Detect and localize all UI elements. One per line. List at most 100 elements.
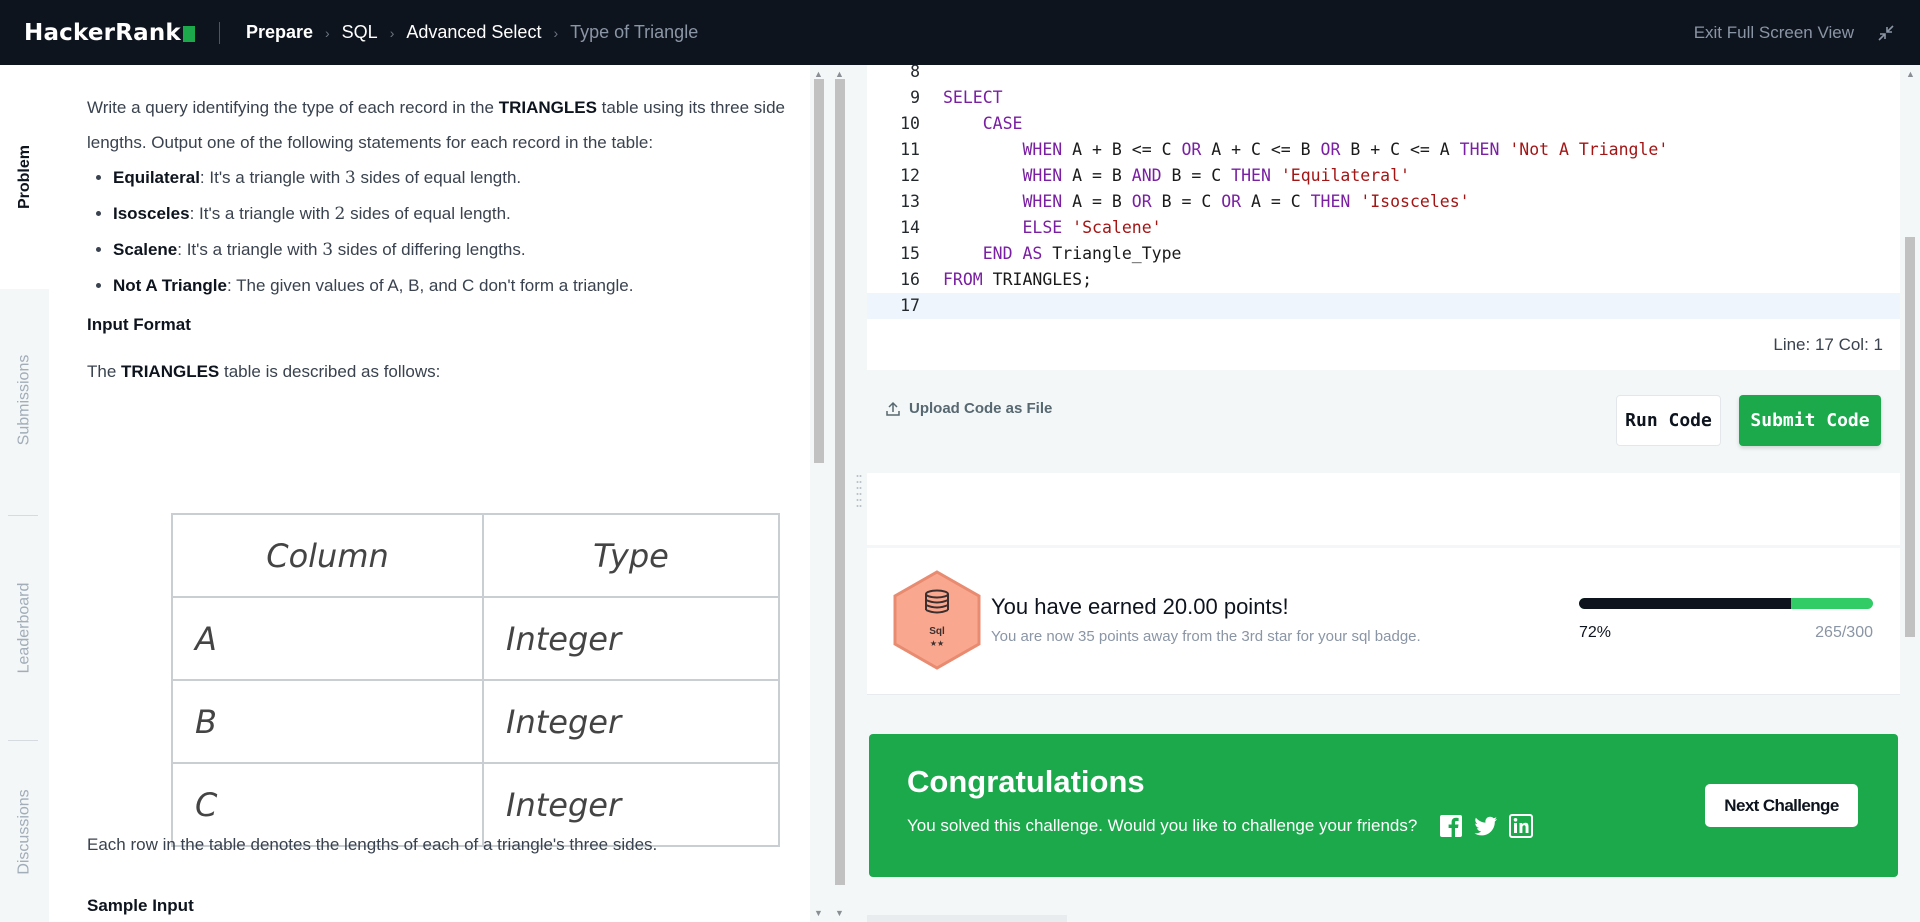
scroll-up-icon[interactable]: ▲	[1906, 69, 1915, 79]
points-earned-subtitle: You are now 35 points away from the 3rd …	[991, 628, 1421, 645]
table-footer-text: Each row in the table denotes the length…	[87, 835, 658, 854]
code-line[interactable]: 10 CASE	[867, 111, 1900, 137]
chevron-right-icon: ›	[553, 24, 559, 41]
sql-badge-icon: Sql ★★	[893, 570, 981, 670]
code-text: CASE	[943, 111, 1023, 137]
panel-resize-handle[interactable]	[856, 472, 862, 516]
tab-divider	[8, 515, 38, 516]
table-header-row: Column Type	[171, 513, 780, 598]
collapse-icon[interactable]	[1876, 23, 1896, 43]
scroll-up-icon[interactable]: ▲	[835, 69, 844, 79]
table-cell: Integer	[482, 679, 780, 764]
run-code-button[interactable]: Run Code	[1616, 395, 1721, 446]
table-cell: Integer	[482, 762, 780, 847]
brand-square-icon	[182, 25, 195, 42]
scrollbar-thumb[interactable]	[1905, 237, 1915, 637]
problem-scrollbar-secondary[interactable]: ▲ ▼	[831, 65, 849, 922]
table-name: TRIANGLES	[121, 362, 220, 381]
line-number: 8	[910, 65, 920, 81]
code-line[interactable]: 15 END AS Triangle_Type	[867, 241, 1900, 267]
exit-full-screen-link[interactable]: Exit Full Screen View	[1694, 23, 1854, 43]
table-description: The TRIANGLES table is described as foll…	[87, 354, 787, 389]
code-line[interactable]: 12 WHEN A = B AND B = C THEN 'Equilatera…	[867, 163, 1900, 189]
sql-keyword: SELECT	[943, 88, 1003, 107]
tab-divider	[8, 740, 38, 741]
cursor-position: Line: 17 Col: 1	[1773, 335, 1883, 354]
breadcrumb-sql[interactable]: SQL	[342, 22, 378, 43]
progress-percent: 72%	[1579, 624, 1612, 641]
scrollbar-thumb[interactable]	[835, 79, 845, 885]
code-token: A = C	[1241, 192, 1311, 211]
code-line[interactable]: 11 WHEN A + B <= C OR A + C <= B OR B + …	[867, 137, 1900, 163]
bullet-text: sides of equal length.	[355, 168, 522, 187]
sql-keyword: OR	[1131, 192, 1152, 211]
code-token: B = C	[1161, 166, 1232, 185]
chevron-right-icon: ›	[324, 24, 330, 41]
code-editor[interactable]: 8 9 SELECT 10 CASE 11 WHEN A + B <= C OR A +…	[867, 65, 1900, 370]
submit-code-button[interactable]: Submit Code	[1739, 395, 1881, 446]
editor-actions: Upload Code as File Run Code Submit Code	[867, 370, 1900, 473]
tab-problem[interactable]: Problem	[0, 65, 49, 289]
breadcrumb-advanced-select[interactable]: Advanced Select	[406, 22, 541, 43]
progress-fill	[1579, 598, 1791, 609]
bullet-text: : The given values of A, B, and C don't …	[226, 276, 634, 295]
tab-leaderboard[interactable]: Leaderboard	[0, 517, 49, 739]
next-challenge-button[interactable]: Next Challenge	[1705, 784, 1858, 827]
problem-scrollbar[interactable]: ▲ ▼	[810, 65, 828, 922]
bullet-number: 2	[334, 204, 346, 224]
hackerrank-logo[interactable]: HackerRank	[24, 20, 195, 46]
problem-statement: Write a query identifying the type of ea…	[87, 90, 787, 389]
table-cell: B	[171, 679, 484, 764]
code-token: B = C	[1151, 192, 1222, 211]
sql-string: 'Scalene'	[1072, 218, 1162, 237]
facebook-icon[interactable]	[1439, 814, 1463, 838]
tab-problem-label: Problem	[15, 144, 33, 210]
breadcrumb-prepare[interactable]: Prepare	[246, 22, 313, 43]
tab-leaderboard-label: Leaderboard	[15, 582, 33, 674]
code-line[interactable]: 16 FROM TRIANGLES;	[867, 267, 1900, 293]
code-token: B + C <= A	[1340, 140, 1460, 159]
bullet-term: Scalene	[113, 240, 178, 259]
table-row: B Integer	[171, 679, 780, 764]
page-scrollbar[interactable]: ▲	[1900, 65, 1920, 922]
code-token: A + C <= B	[1201, 140, 1321, 159]
tab-discussions[interactable]: Discussions	[0, 742, 49, 922]
sql-keyword: THEN	[1231, 166, 1271, 185]
code-line[interactable]: 17	[867, 293, 1900, 319]
code-token: A + B <= C	[1062, 140, 1182, 159]
side-tabs: Problem Submissions Leaderboard Discussi…	[0, 65, 49, 922]
sql-keyword: AND	[1131, 166, 1162, 185]
sql-keyword: THEN	[1459, 140, 1500, 159]
sql-keyword: THEN	[1310, 192, 1351, 211]
sql-keyword: ELSE	[1022, 218, 1063, 237]
linkedin-icon[interactable]	[1509, 814, 1533, 838]
code-line[interactable]: 8	[867, 65, 1900, 85]
tab-submissions[interactable]: Submissions	[0, 289, 49, 511]
scrollbar-thumb[interactable]	[814, 79, 824, 463]
code-line[interactable]: 13 WHEN A = B OR B = C OR A = C THEN 'Is…	[867, 189, 1900, 215]
bullet-number: 3	[344, 168, 356, 188]
line-number: 10	[900, 114, 920, 133]
table-row: A Integer	[171, 596, 780, 681]
sql-string: 'Equilateral'	[1280, 166, 1410, 185]
scroll-up-icon[interactable]: ▲	[814, 69, 823, 79]
twitter-icon[interactable]	[1474, 814, 1498, 838]
breadcrumb-current: Type of Triangle	[570, 22, 699, 42]
upload-code-button[interactable]: Upload Code as File	[885, 400, 1052, 417]
code-line[interactable]: 9 SELECT	[867, 85, 1900, 111]
line-number: 9	[910, 88, 920, 107]
sql-string: 'Not A Triangle'	[1509, 140, 1669, 159]
table-cell: C	[171, 762, 484, 847]
scroll-down-icon[interactable]: ▼	[835, 908, 844, 918]
code-line[interactable]: 14 ELSE 'Scalene'	[867, 215, 1900, 241]
line-number: 16	[900, 270, 920, 289]
scroll-down-icon[interactable]: ▼	[814, 908, 823, 918]
